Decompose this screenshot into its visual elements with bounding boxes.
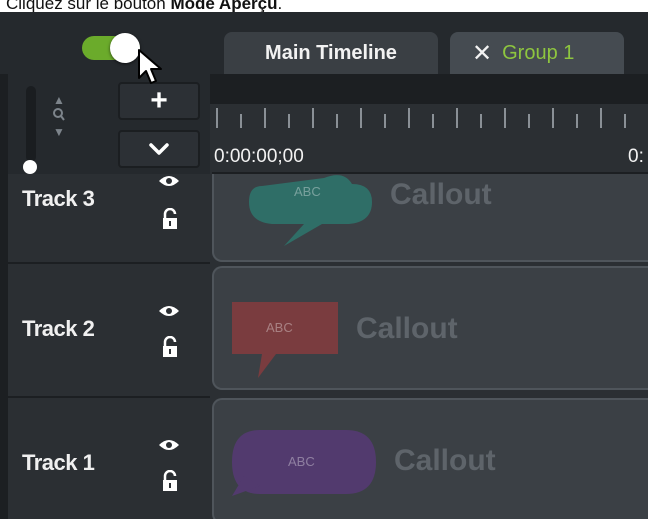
ruler-tick bbox=[408, 108, 410, 128]
ruler-tick bbox=[552, 108, 554, 128]
ruler-tick bbox=[240, 114, 242, 128]
rectangle-callout-shape: ABC bbox=[232, 302, 338, 378]
oval-callout-shape: ABC bbox=[232, 430, 376, 496]
close-icon[interactable]: ✕ bbox=[472, 39, 492, 68]
tab-group-1[interactable]: ✕ Group 1 bbox=[450, 32, 624, 74]
track-lane-2: ABC Callout bbox=[212, 266, 648, 396]
zoom-slider-thumb[interactable] bbox=[23, 160, 37, 174]
ruler-tick bbox=[384, 114, 386, 128]
track-name: Track 2 bbox=[22, 316, 95, 341]
cloud-callout-shape: ABC bbox=[249, 175, 372, 246]
tab-main-timeline[interactable]: Main Timeline bbox=[224, 32, 438, 74]
ruler-ticks bbox=[210, 108, 648, 136]
lock-icon[interactable] bbox=[161, 336, 179, 358]
track-controls: ▲ ▼ + bbox=[0, 74, 210, 186]
clip-label: Callout bbox=[390, 178, 492, 211]
track-header-1[interactable]: Track 1 bbox=[8, 398, 210, 519]
tab-label: Group 1 bbox=[502, 41, 575, 64]
timeline-header: Main Timeline ✕ Group 1 bbox=[0, 12, 648, 74]
ruler-tick bbox=[456, 108, 458, 128]
callout-clip[interactable]: ABC Callout bbox=[212, 266, 648, 390]
preview-mode-toggle[interactable] bbox=[82, 32, 142, 63]
time-ruler[interactable]: 0:00:00;00 0: bbox=[210, 74, 648, 186]
track-name: Track 1 bbox=[22, 450, 95, 475]
ruler-tick bbox=[288, 114, 290, 128]
tab-label: Main Timeline bbox=[265, 41, 397, 64]
zoom-slider-rail bbox=[26, 86, 36, 162]
panel-edge bbox=[0, 74, 8, 519]
ruler-tick bbox=[480, 114, 482, 128]
callout-shape-text: ABC bbox=[288, 454, 315, 469]
clip-label: Callout bbox=[356, 312, 458, 345]
track-lane-1: ABC Callout bbox=[212, 398, 648, 519]
callout-clip[interactable]: ABC Callout bbox=[212, 398, 648, 519]
chevron-down-icon bbox=[149, 143, 169, 155]
callout-shape-text: ABC bbox=[266, 320, 293, 335]
ruler-tick bbox=[624, 114, 626, 128]
lock-icon[interactable] bbox=[161, 208, 179, 230]
ruler-tick bbox=[576, 114, 578, 128]
ruler-tick bbox=[360, 108, 362, 128]
ruler-tick bbox=[528, 114, 530, 128]
eye-icon[interactable] bbox=[158, 438, 180, 452]
clip-label: Callout bbox=[394, 444, 496, 477]
mouse-cursor-icon bbox=[138, 49, 162, 84]
zoom-icon bbox=[53, 108, 65, 121]
eye-icon[interactable] bbox=[158, 174, 180, 188]
track-header-2[interactable]: Track 2 bbox=[8, 264, 210, 398]
ruler-tick bbox=[312, 108, 314, 128]
collapse-button[interactable] bbox=[118, 130, 200, 168]
ruler-tick bbox=[264, 108, 266, 128]
ruler-tick bbox=[504, 108, 506, 128]
ruler-tick bbox=[216, 108, 218, 128]
track-name: Track 3 bbox=[22, 186, 95, 211]
ruler-time-label: 0: bbox=[628, 146, 644, 167]
zoom-slider[interactable] bbox=[20, 86, 40, 176]
eye-icon[interactable] bbox=[158, 304, 180, 318]
callout-clip[interactable]: ABC Callout bbox=[212, 174, 648, 262]
ruler-tick bbox=[432, 114, 434, 128]
callout-shape-text: ABC bbox=[294, 184, 321, 199]
lock-icon[interactable] bbox=[161, 470, 179, 492]
ruler-strip bbox=[210, 74, 648, 104]
timeline-panel: Main Timeline ✕ Group 1 ▲ ▼ + 0:00:00;00… bbox=[0, 12, 648, 519]
ruler-tick bbox=[336, 114, 338, 128]
arrow-down-icon: ▼ bbox=[53, 125, 65, 139]
zoom-icons: ▲ ▼ bbox=[50, 94, 68, 156]
ruler-time-label: 0:00:00;00 bbox=[214, 146, 304, 167]
track-lane-3: ABC Callout bbox=[212, 172, 648, 266]
track-header-3[interactable]: Track 3 bbox=[8, 174, 210, 264]
ruler-tick bbox=[600, 108, 602, 128]
arrow-up-icon: ▲ bbox=[53, 93, 65, 107]
